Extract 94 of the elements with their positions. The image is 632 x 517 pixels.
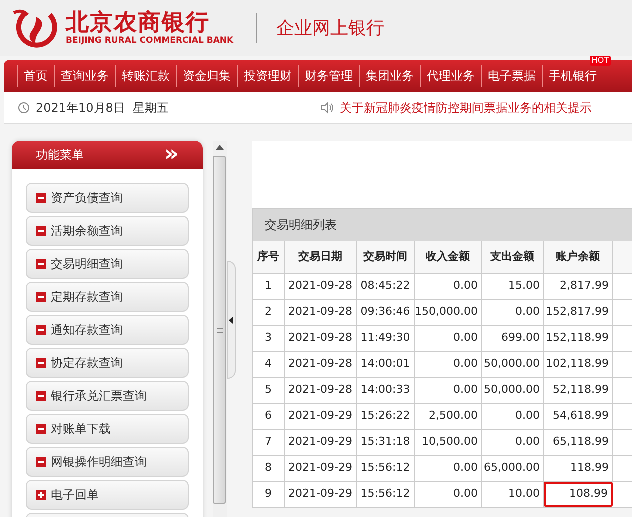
table-cell: 8 [253,456,285,481]
table-cell: 09:36:46 [357,300,415,325]
hot-badge: HOT [590,56,611,66]
table-cell: 0.00 [482,430,544,455]
table-cell: 10.00 [482,482,544,507]
column-header: 序号 [253,241,285,273]
sidebar-title: 功能菜单 [36,147,84,164]
speaker-icon [321,102,334,114]
clock-icon [18,102,30,114]
nav-link[interactable]: 电子票据 [482,67,542,85]
table-cell: 108.99 [544,482,613,507]
table-cell: 0.00 [482,404,544,429]
table-cell: 152,817.99 [544,300,613,325]
collapse-button[interactable]: » [164,145,179,165]
table-cell: 15:31:18 [357,430,415,455]
menu-item[interactable]: 网银操作明细查询 [26,447,189,477]
table-cell: 2021-09-28 [285,274,357,299]
column-header: 收入金额 [415,241,482,273]
table-cell: 2,817.99 [544,274,613,299]
table-cell: 0.00 [415,326,482,351]
table-cell: 0.00 [415,352,482,377]
bank-name-english: BEIJING RURAL COMMERCIAL BANK [66,36,234,46]
nav-link[interactable]: 集团业务 [360,67,420,85]
nav-link[interactable]: 查询业务 [55,67,115,85]
collapse-arrow-icon[interactable] [229,316,234,324]
menu-item[interactable]: 电子回单 [26,480,189,510]
table-cell: 0.00 [415,482,482,507]
table-cell: 3 [253,326,285,351]
column-header: 账户余额 [544,241,613,273]
table-cell: 2021-09-28 [285,326,357,351]
table-cell: 118.99 [544,456,613,481]
table-cell: 2021-09-28 [285,352,357,377]
portal-title: 企业网上银行 [276,16,385,40]
table-title: 交易明细列表 [265,217,337,234]
menu-item[interactable]: 通知存款查询 [26,315,189,345]
table-cell: 08:45:22 [357,274,415,299]
table-cell: 2021-09-28 [285,378,357,403]
menu-item[interactable]: 对账单下载 [26,414,189,444]
nav-link[interactable]: 资金归集 [177,67,237,85]
table-cell: 2,500.00 [415,404,482,429]
table-cell: 0.00 [415,274,482,299]
table-cell: 52,118.99 [544,378,613,403]
nav-link[interactable]: 投资理财 [238,67,298,85]
notice-link[interactable]: 关于新冠肺炎疫情防控期间票据业务的相关提示 [340,98,592,116]
table-cell: 0.00 [415,456,482,481]
table-cell: 15:26:22 [357,404,415,429]
table-cell: 15:56:12 [357,482,415,507]
table-cell: 5 [253,378,285,403]
table-cell: 65,000.00 [482,456,544,481]
column-header: 交易时间 [357,241,415,273]
table-cell: 11:49:30 [357,326,415,351]
table-cell: 14:00:33 [357,378,415,403]
table-cell: 0.00 [482,300,544,325]
table-cell: 2021-09-29 [285,430,357,455]
table-cell: 50,000.00 [482,352,544,377]
logo-icon [12,7,60,49]
menu-item[interactable]: 银行承兑汇票查询 [26,381,189,411]
table-cell: 2 [253,300,285,325]
menu-item[interactable]: 协定存款查询 [26,348,189,378]
column-header: 交易日期 [285,241,357,273]
menu-item[interactable]: 资产负债查询 [26,183,189,213]
table-cell: 9 [253,482,285,507]
table-cell: 1 [253,274,285,299]
date-text: 2021年10月8日 星期五 [36,100,170,116]
table-cell: 7 [253,430,285,455]
table-cell: 152,118.99 [544,326,613,351]
table-cell: 2021-09-29 [285,456,357,481]
table-cell: 15.00 [482,274,544,299]
table-cell: 65,118.99 [544,430,613,455]
table-cell: 2021-09-29 [285,404,357,429]
bank-name: 北京农商银行 [66,10,211,36]
table-cell: 102,118.99 [544,352,613,377]
table-cell: 4 [253,352,285,377]
nav-link[interactable]: 财务管理 [299,67,359,85]
table-cell: 699.00 [482,326,544,351]
menu-item[interactable]: 定期存款查询 [26,282,189,312]
table-cell: 2021-09-29 [285,482,357,507]
table-cell: 14:00:01 [357,352,415,377]
table-cell: 15:56:12 [357,456,415,481]
table-cell: 10,500.00 [415,430,482,455]
scroll-up-icon [216,145,224,150]
nav-link[interactable]: 转账汇款 [116,67,176,85]
menu-item[interactable]: 交易明细查询 [26,249,189,279]
table-cell: 2021-09-28 [285,300,357,325]
nav-link[interactable]: 手机银行 [543,67,603,85]
column-header: 支出金额 [482,241,544,273]
table-cell: 6 [253,404,285,429]
table-cell: 54,618.99 [544,404,613,429]
nav-link[interactable]: 首页 [18,67,54,85]
table-cell: 50,000.00 [482,378,544,403]
table-cell: 150,000.00 [415,300,482,325]
menu-item[interactable]: 活期余额查询 [26,216,189,246]
table-cell: 0.00 [415,378,482,403]
nav-link[interactable]: 代理业务 [421,67,481,85]
